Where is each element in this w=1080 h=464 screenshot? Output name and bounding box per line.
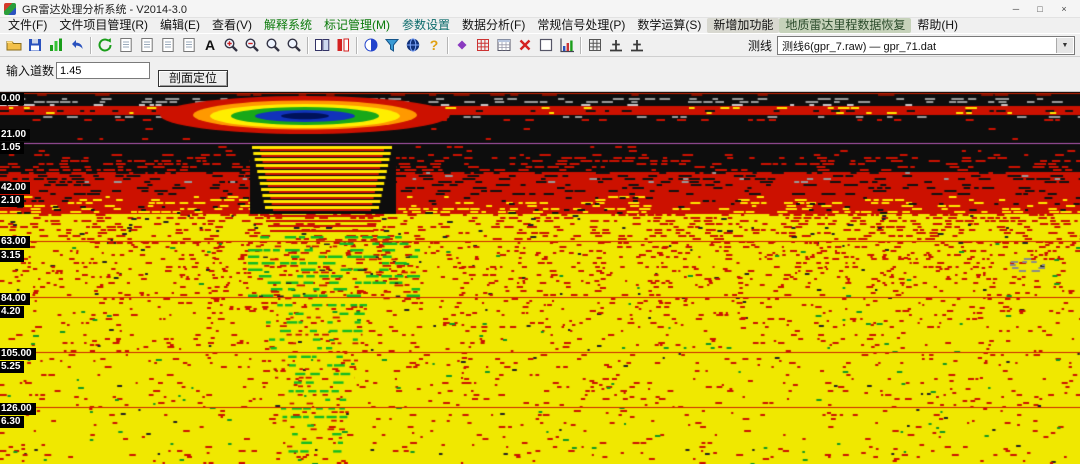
menu-item[interactable]: 文件项目管理(R) [53, 18, 154, 33]
grid-icon[interactable] [584, 35, 605, 56]
font-icon[interactable] [199, 35, 220, 56]
menu-item[interactable]: 查看(V) [206, 18, 258, 33]
survey-line-value: 测线6(gpr_7.raw) — gpr_71.dat [782, 38, 936, 54]
survey-line-label: 测线 [748, 37, 772, 54]
radar-profile-canvas[interactable] [0, 92, 1080, 464]
app-icon [4, 3, 16, 15]
radar-profile-area: 0.0021.001.0542.002.1063.003.1584.004.20… [0, 92, 1080, 464]
document-view-icon-4[interactable] [178, 35, 199, 56]
table-icon[interactable] [493, 35, 514, 56]
maximize-button[interactable]: □ [1028, 1, 1052, 17]
globe-icon[interactable] [402, 35, 423, 56]
open-folder-icon[interactable] [3, 35, 24, 56]
x-mark-icon[interactable] [514, 35, 535, 56]
help-question-icon[interactable] [423, 35, 444, 56]
toolbar-icons [3, 35, 647, 56]
menu-item[interactable]: 常规信号处理(P) [531, 18, 631, 33]
document-view-icon-1[interactable] [115, 35, 136, 56]
toolbar-separator [90, 37, 91, 54]
red-ruler-icon[interactable] [332, 35, 353, 56]
undo-icon[interactable] [66, 35, 87, 56]
survey-line-select[interactable]: 测线6(gpr_7.raw) — gpr_71.dat ▼ [777, 36, 1075, 55]
trace-count-label: 输入道数 [6, 62, 54, 80]
menu-item[interactable]: 编辑(E) [154, 18, 206, 33]
window-controls: ─ □ × [1004, 1, 1076, 17]
menu-item[interactable]: 参数设置 [396, 18, 456, 33]
menu-item[interactable]: 新增加功能 [707, 18, 779, 33]
menu-item[interactable]: 数学运算(S) [631, 18, 707, 33]
zoom-in-icon[interactable] [220, 35, 241, 56]
zoom-reset-icon[interactable] [262, 35, 283, 56]
trace-number-input[interactable] [56, 62, 150, 79]
chevron-down-icon[interactable]: ▼ [1056, 38, 1073, 53]
terrain-icon-1[interactable] [605, 35, 626, 56]
save-icon[interactable] [24, 35, 45, 56]
split-panes-icon[interactable] [311, 35, 332, 56]
terrain-icon-2[interactable] [626, 35, 647, 56]
close-button[interactable]: × [1052, 1, 1076, 17]
zoom-window-icon[interactable] [283, 35, 304, 56]
title-bar: GR雷达处理分析系统 - V2014-3.0 ─ □ × [0, 0, 1080, 18]
refresh-icon[interactable] [94, 35, 115, 56]
document-view-icon-3[interactable] [157, 35, 178, 56]
filter-icon[interactable] [381, 35, 402, 56]
document-view-icon-2[interactable] [136, 35, 157, 56]
menu-bar: 文件(F)文件项目管理(R)编辑(E)查看(V)解释系统标记管理(M)参数设置数… [0, 18, 1080, 33]
menu-item[interactable]: 标记管理(M) [318, 18, 396, 33]
zoom-out-icon[interactable] [241, 35, 262, 56]
half-circle-icon[interactable] [360, 35, 381, 56]
menu-item[interactable]: 数据分析(F) [456, 18, 531, 33]
red-grid-icon[interactable] [472, 35, 493, 56]
chart-icon[interactable] [556, 35, 577, 56]
toolbar-separator [356, 37, 357, 54]
toolbar-separator [447, 37, 448, 54]
toolbar-separator [580, 37, 581, 54]
minimize-button[interactable]: ─ [1004, 1, 1028, 17]
histogram-icon[interactable] [45, 35, 66, 56]
blank-square-icon[interactable] [535, 35, 556, 56]
menu-item[interactable]: 文件(F) [2, 18, 53, 33]
window-title: GR雷达处理分析系统 - V2014-3.0 [22, 1, 187, 17]
diamond-icon[interactable] [451, 35, 472, 56]
menu-item[interactable]: 解释系统 [258, 18, 318, 33]
profile-locate-button[interactable]: 剖面定位 [158, 70, 228, 87]
trace-controls-row: 输入道数 剖面定位 [0, 57, 1080, 92]
toolbar: 测线 测线6(gpr_7.raw) — gpr_71.dat ▼ [0, 33, 1080, 57]
survey-line-box: 测线 测线6(gpr_7.raw) — gpr_71.dat ▼ [748, 36, 1075, 55]
menu-item[interactable]: 地质雷达里程数据恢复 [779, 18, 911, 33]
menu-item[interactable]: 帮助(H) [911, 18, 964, 33]
toolbar-separator [307, 37, 308, 54]
